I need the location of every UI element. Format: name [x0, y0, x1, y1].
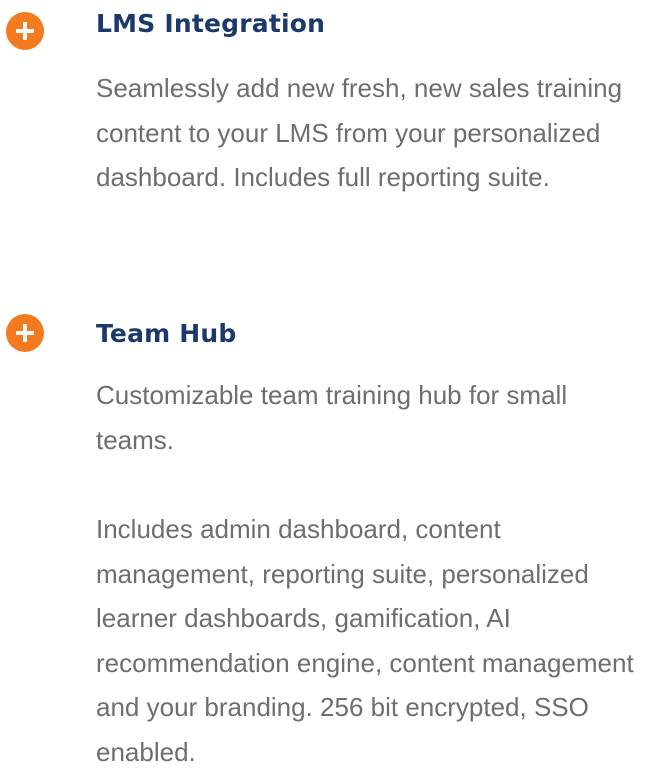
feature-title: LMS Integration [96, 9, 326, 38]
feature-description: Customizable team training hub for small… [96, 380, 568, 455]
feature-details: Includes admin dashboard, content manage… [96, 514, 634, 767]
feature-title: Team Hub [96, 319, 237, 348]
feature-description: Seamlessly add new fresh, new sales trai… [96, 73, 623, 192]
plus-circle-icon[interactable] [6, 314, 44, 352]
plus-circle-icon[interactable] [6, 12, 44, 50]
